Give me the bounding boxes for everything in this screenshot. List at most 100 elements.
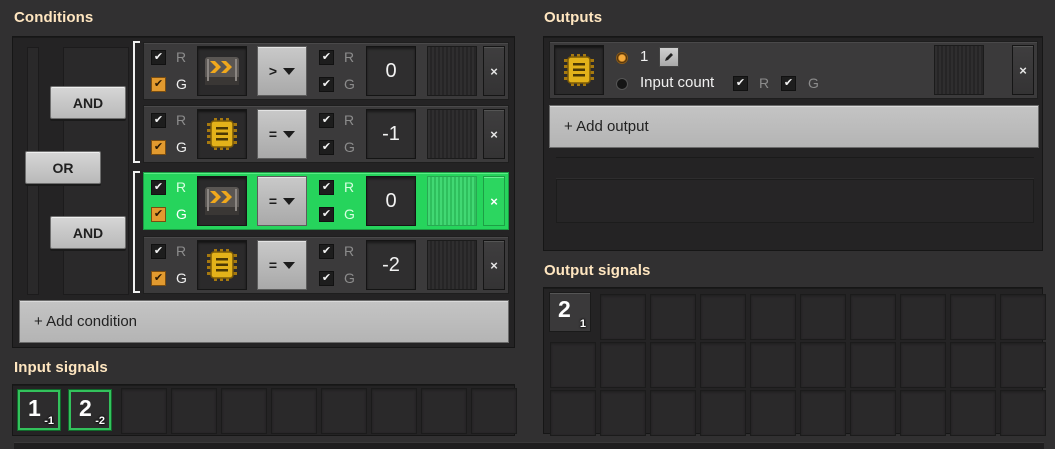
pencil-icon [665, 53, 673, 61]
input-count-radio[interactable] [616, 78, 628, 90]
outputs-title: Outputs [544, 9, 603, 26]
empty-signal-slot [271, 388, 317, 434]
signal-number: 2 [558, 296, 571, 322]
condition-row-4: ✔ R ✔ G = ✔ R ✔ G -2 × [143, 236, 509, 294]
empty-signal-slot [850, 342, 896, 388]
and-group-bracket-2 [133, 171, 140, 293]
empty-signal-slot [421, 388, 467, 434]
empty-signal-slot [650, 294, 696, 340]
constant-value[interactable]: -1 [366, 109, 416, 159]
add-output-button[interactable]: + Add output [549, 105, 1039, 148]
empty-signal-slot [950, 342, 996, 388]
red-input-checkbox[interactable]: ✔ [151, 50, 166, 65]
output-red-checkbox[interactable]: ✔ [733, 76, 748, 91]
remove-output-button[interactable]: × [1012, 45, 1034, 95]
chevron-down-icon [283, 197, 296, 205]
empty-signal-slot [750, 342, 796, 388]
output-green-checkbox[interactable]: ✔ [781, 76, 796, 91]
constant-output-radio[interactable] [616, 52, 628, 64]
add-condition-button[interactable]: + Add condition [19, 300, 509, 343]
input-signal-2[interactable]: 2 -2 [69, 390, 111, 430]
remove-condition-button[interactable]: × [483, 240, 505, 290]
or-button[interactable]: OR [25, 151, 101, 184]
green-output-label: G [344, 76, 355, 92]
empty-signal-slot [750, 294, 796, 340]
input-count-label: Input count [640, 74, 715, 91]
empty-signal-slot [600, 294, 646, 340]
input-signal-1[interactable]: 1 -1 [18, 390, 60, 430]
comparator-dropdown[interactable]: > [257, 46, 307, 96]
condition-row-1: ✔ R ✔ G > ✔ R ✔ G 0 × [143, 42, 509, 100]
comparator-dropdown[interactable]: = [257, 240, 307, 290]
output-empty-row [556, 157, 1034, 179]
comparator-dropdown[interactable]: = [257, 109, 307, 159]
red-output-label: R [344, 179, 355, 195]
red-output-checkbox[interactable]: ✔ [319, 50, 334, 65]
empty-signal-slot [700, 342, 746, 388]
green-input-checkbox[interactable]: ✔ [151, 140, 166, 155]
electronic-circuit-icon [207, 249, 237, 281]
output-constant-value: 1 [640, 48, 649, 65]
red-output-checkbox[interactable]: ✔ [319, 244, 334, 259]
signal-slot[interactable] [197, 176, 247, 226]
green-input-label: G [176, 206, 187, 222]
and-button-1[interactable]: AND [50, 86, 126, 119]
empty-signal-slot [600, 342, 646, 388]
comparator-value: = [268, 193, 278, 209]
remove-condition-button[interactable]: × [483, 176, 505, 226]
constant-value[interactable]: 0 [366, 176, 416, 226]
comparator-dropdown[interactable]: = [257, 176, 307, 226]
constant-value[interactable]: -2 [366, 240, 416, 290]
empty-signal-slot [550, 342, 596, 388]
electronic-circuit-icon [564, 54, 594, 86]
input-signals-title: Input signals [14, 359, 108, 376]
signal-count: 1 [579, 318, 586, 330]
green-input-checkbox[interactable]: ✔ [151, 77, 166, 92]
green-output-checkbox[interactable]: ✔ [319, 207, 334, 222]
signal-slot[interactable] [197, 109, 247, 159]
red-output-checkbox[interactable]: ✔ [319, 113, 334, 128]
green-output-label: G [344, 270, 355, 286]
green-input-checkbox[interactable]: ✔ [151, 207, 166, 222]
transport-belt-icon [205, 187, 239, 215]
empty-signal-slot [850, 294, 896, 340]
remove-condition-button[interactable]: × [483, 109, 505, 159]
output-signals-title: Output signals [544, 262, 651, 279]
empty-signal-slot [650, 390, 696, 436]
condition-state-meter [427, 240, 477, 290]
green-output-label: G [344, 206, 355, 222]
signal-slot[interactable] [197, 46, 247, 96]
red-input-checkbox[interactable]: ✔ [151, 244, 166, 259]
and-group-bracket-1 [133, 41, 140, 163]
signal-slot[interactable] [197, 240, 247, 290]
remove-condition-button[interactable]: × [483, 46, 505, 96]
output-signal-1[interactable]: 2 1 [549, 292, 591, 332]
red-input-checkbox[interactable]: ✔ [151, 113, 166, 128]
green-output-checkbox[interactable]: ✔ [319, 140, 334, 155]
empty-signal-slot [221, 388, 267, 434]
red-input-label: R [176, 49, 187, 65]
constant-value[interactable]: 0 [366, 46, 416, 96]
empty-signal-slot [321, 388, 367, 434]
empty-signal-slot [700, 390, 746, 436]
green-input-checkbox[interactable]: ✔ [151, 271, 166, 286]
edit-value-button[interactable] [659, 47, 679, 67]
green-input-label: G [176, 76, 187, 92]
green-output-checkbox[interactable]: ✔ [319, 77, 334, 92]
chevron-down-icon [283, 261, 296, 269]
green-output-checkbox[interactable]: ✔ [319, 271, 334, 286]
empty-signal-slot [850, 390, 896, 436]
empty-signal-slot [900, 342, 946, 388]
output-green-label: G [808, 75, 819, 91]
red-output-checkbox[interactable]: ✔ [319, 180, 334, 195]
empty-signal-slot [550, 390, 596, 436]
empty-signal-slot [171, 388, 217, 434]
empty-signal-slot [950, 390, 996, 436]
comparator-value: = [268, 126, 278, 142]
output-signal-slot[interactable] [554, 45, 604, 95]
red-output-label: R [344, 112, 355, 128]
empty-signal-slot [1000, 342, 1046, 388]
red-output-label: R [344, 243, 355, 259]
red-input-checkbox[interactable]: ✔ [151, 180, 166, 195]
and-button-2[interactable]: AND [50, 216, 126, 249]
